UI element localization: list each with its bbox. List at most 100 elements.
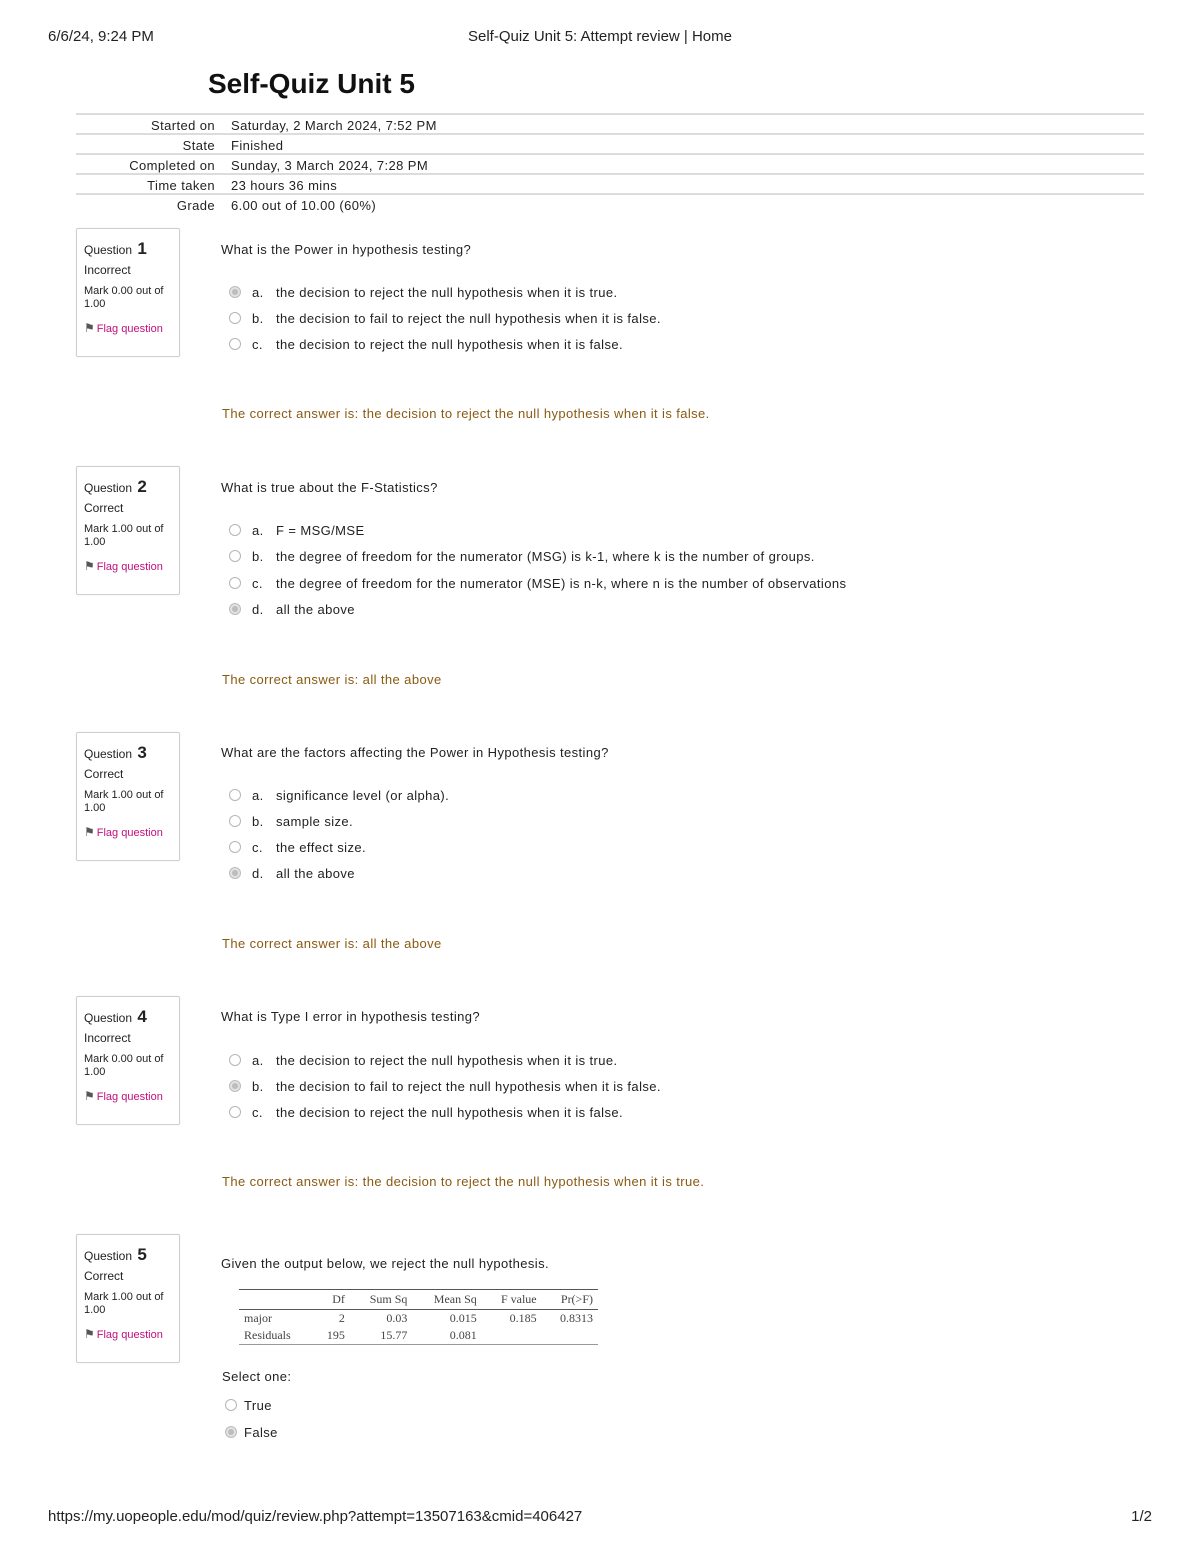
column-header: Sum Sq <box>349 1289 413 1310</box>
question-number: Question 5 <box>84 1245 147 1264</box>
table-cell: 0.015 <box>449 1311 477 1325</box>
flag-icon: ⚑ <box>84 1089 95 1103</box>
flag-icon: ⚑ <box>84 1327 95 1341</box>
column-header: Df <box>313 1289 350 1310</box>
summary-value: Sunday, 3 March 2024, 7:28 PM <box>231 158 429 173</box>
radio-button[interactable] <box>229 789 241 801</box>
radio-button[interactable] <box>229 841 241 853</box>
radio-button[interactable] <box>229 312 241 324</box>
question-state: Correct <box>84 1269 124 1283</box>
question-state: Correct <box>84 767 124 781</box>
flag-question-link[interactable]: ⚑ Flag question <box>84 1328 163 1342</box>
table-cell: 0.8313 <box>560 1311 593 1325</box>
table-row: major 2 0.03 0.015 0.185 0.8313 <box>239 1310 598 1328</box>
column-header <box>239 1289 314 1310</box>
anova-output-table: Df Sum Sq Mean Sq F value Pr(>F) major 2… <box>239 1289 598 1345</box>
summary-value: 6.00 out of 10.00 (60%) <box>231 198 377 213</box>
question-number: Question 3 <box>84 743 147 762</box>
question-info-2: Question 2 Correct Mark 1.00 out of 1.00… <box>76 466 180 595</box>
question-state: Incorrect <box>84 263 131 277</box>
correct-answer-feedback: The correct answer is: the decision to r… <box>222 1174 705 1189</box>
radio-button[interactable] <box>229 577 241 589</box>
table-cell: 15.77 <box>349 1327 413 1345</box>
summary-row-completed: Completed on Sunday, 3 March 2024, 7:28 … <box>76 155 1144 175</box>
flag-question-link[interactable]: ⚑ Flag question <box>84 1090 163 1104</box>
question-state: Correct <box>84 501 124 515</box>
question-mark: Mark 1.00 out of 1.00 <box>84 789 164 814</box>
table-cell: major <box>244 1311 272 1325</box>
table-cell: 195 <box>313 1327 350 1345</box>
radio-button[interactable] <box>229 338 241 350</box>
print-header: 6/6/24, 9:24 PM Self-Quiz Unit 5: Attemp… <box>48 28 1152 48</box>
table-cell <box>481 1327 542 1345</box>
question-number: Question 1 <box>84 239 147 258</box>
radio-button[interactable] <box>229 550 241 562</box>
table-cell: 0.185 <box>509 1311 537 1325</box>
radio-button[interactable] <box>229 603 241 615</box>
flag-question-link[interactable]: ⚑ Flag question <box>84 322 163 336</box>
question-number: Question 4 <box>84 1007 147 1026</box>
question-info-3: Question 3 Correct Mark 1.00 out of 1.00… <box>76 732 180 861</box>
summary-label: Time taken <box>147 178 215 193</box>
summary-row-state: State Finished <box>76 135 1144 155</box>
radio-button[interactable] <box>229 286 241 298</box>
summary-value: Finished <box>231 138 284 153</box>
question-number: Question 2 <box>84 477 147 496</box>
print-footer: https://my.uopeople.edu/mod/quiz/review.… <box>48 1508 1152 1528</box>
summary-value: 23 hours 36 mins <box>231 178 338 193</box>
correct-answer-feedback: The correct answer is: all the above <box>222 936 442 951</box>
flag-question-link[interactable]: ⚑ Flag question <box>84 560 163 574</box>
column-header: F value <box>481 1289 542 1310</box>
question-mark: Mark 0.00 out of 1.00 <box>84 285 164 310</box>
radio-button[interactable] <box>225 1426 237 1438</box>
summary-row-started: Started on Saturday, 2 March 2024, 7:52 … <box>76 115 1144 135</box>
radio-button[interactable] <box>229 815 241 827</box>
question-mark: Mark 0.00 out of 1.00 <box>84 1053 164 1078</box>
summary-row-grade: Grade 6.00 out of 10.00 (60%) <box>76 195 1144 213</box>
question-info-5: Question 5 Correct Mark 1.00 out of 1.00… <box>76 1234 180 1363</box>
summary-value: Saturday, 2 March 2024, 7:52 PM <box>231 118 437 133</box>
table-row: Residuals 195 15.77 0.081 <box>239 1327 598 1345</box>
radio-button[interactable] <box>229 1054 241 1066</box>
attempt-summary: Started on Saturday, 2 March 2024, 7:52 … <box>76 113 1144 213</box>
select-one-label: Select one: <box>222 1369 292 1384</box>
flag-question-link[interactable]: ⚑ Flag question <box>84 826 163 840</box>
radio-button[interactable] <box>225 1399 237 1411</box>
flag-icon: ⚑ <box>84 559 95 573</box>
correct-answer-feedback: The correct answer is: all the above <box>222 672 442 687</box>
question-info-4: Question 4 Incorrect Mark 0.00 out of 1.… <box>76 996 180 1125</box>
radio-button[interactable] <box>229 867 241 879</box>
correct-answer-feedback: The correct answer is: the decision to r… <box>222 406 710 421</box>
column-header: Mean Sq <box>412 1289 482 1310</box>
table-cell: 0.081 <box>412 1327 482 1345</box>
question-state: Incorrect <box>84 1031 131 1045</box>
summary-label: Completed on <box>129 158 215 173</box>
question-text: What are the factors affecting the Power… <box>221 745 609 760</box>
flag-icon: ⚑ <box>84 825 95 839</box>
table-cell: 2 <box>338 1311 345 1325</box>
question-text: What is true about the F-Statistics? <box>221 480 438 495</box>
table-cell <box>541 1327 598 1345</box>
page-url: https://my.uopeople.edu/mod/quiz/review.… <box>48 1508 583 1525</box>
question-text: Given the output below, we reject the nu… <box>221 1256 550 1271</box>
question-text: What is the Power in hypothesis testing? <box>221 242 472 257</box>
radio-button[interactable] <box>229 1080 241 1092</box>
radio-button[interactable] <box>229 524 241 536</box>
table-cell: Residuals <box>239 1327 314 1345</box>
question-mark: Mark 1.00 out of 1.00 <box>84 1291 164 1316</box>
summary-label: Grade <box>176 198 215 213</box>
column-header: Pr(>F) <box>541 1289 598 1310</box>
summary-row-time-taken: Time taken 23 hours 36 mins <box>76 175 1144 195</box>
radio-button[interactable] <box>229 1106 241 1118</box>
question-info-1: Question 1 Incorrect Mark 0.00 out of 1.… <box>76 228 180 357</box>
summary-label: Started on <box>151 118 215 133</box>
table-cell: 0.03 <box>386 1311 408 1325</box>
page-title: Self-Quiz Unit 5 <box>208 68 415 99</box>
page-number: 1/2 <box>1131 1508 1152 1525</box>
flag-icon: ⚑ <box>84 321 95 335</box>
table-header-row: Df Sum Sq Mean Sq F value Pr(>F) <box>239 1289 598 1310</box>
question-text: What is Type I error in hypothesis testi… <box>221 1009 481 1024</box>
question-mark: Mark 1.00 out of 1.00 <box>84 523 164 548</box>
print-page-title: Self-Quiz Unit 5: Attempt review | Home <box>468 28 732 45</box>
summary-label: State <box>182 138 215 153</box>
